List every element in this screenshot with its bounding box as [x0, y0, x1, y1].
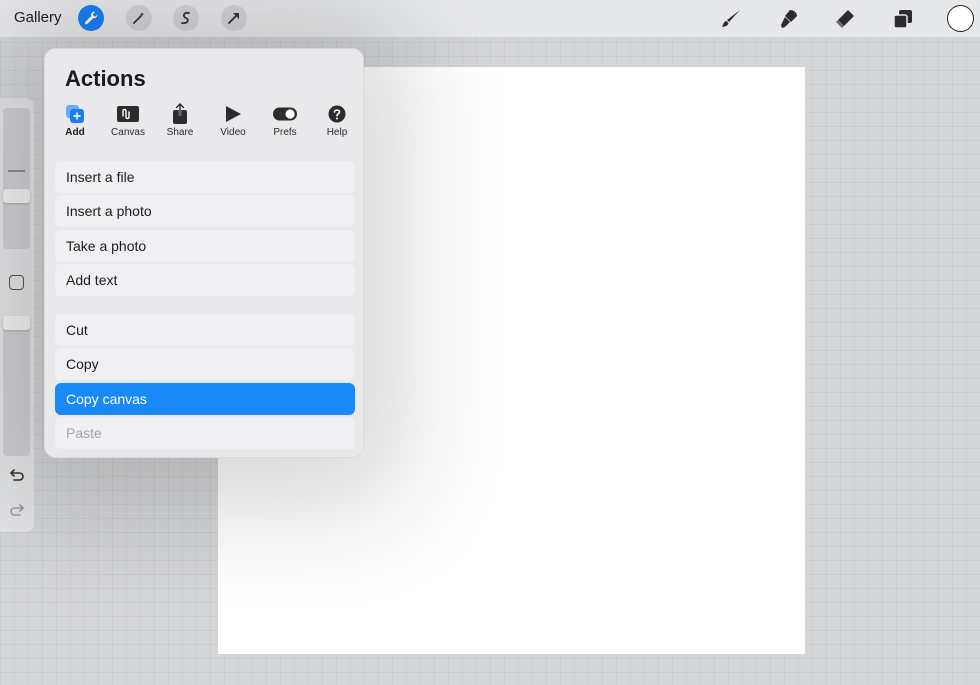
menu-copy-canvas[interactable]: Copy canvas: [55, 383, 355, 415]
actions-panel: Actions Add Canvas Share Video Prefs Hel…: [44, 48, 364, 458]
tab-help[interactable]: Help: [315, 103, 359, 143]
tab-canvas[interactable]: Canvas: [106, 103, 150, 143]
share-icon: [173, 103, 187, 124]
color-picker-button[interactable]: [947, 5, 974, 32]
help-icon: [328, 105, 346, 123]
panel-title: Actions: [65, 66, 146, 91]
actions-tabs: Add Canvas Share Video Prefs Help: [55, 103, 355, 143]
transform-button[interactable]: [221, 5, 247, 31]
menu-copy[interactable]: Copy: [55, 348, 355, 380]
menu-take-photo[interactable]: Take a photo: [55, 230, 355, 262]
smudge-icon: [781, 10, 797, 28]
left-sidebar: [0, 98, 34, 532]
selection-button[interactable]: [173, 5, 199, 31]
tab-share[interactable]: Share: [158, 103, 202, 143]
selection-icon: [181, 11, 190, 25]
wrench-icon: [84, 11, 98, 25]
actions-wrench-button[interactable]: [78, 5, 104, 31]
menu-paste: Paste: [55, 417, 355, 449]
smudge-tool-button[interactable]: [775, 6, 801, 32]
menu-add-text[interactable]: Add text: [55, 264, 355, 296]
top-toolbar: Gallery: [0, 0, 980, 37]
brush-size-slider[interactable]: [3, 108, 30, 249]
eraser-icon: [836, 10, 854, 28]
layers-button[interactable]: [890, 6, 916, 32]
toggle-icon: [273, 107, 297, 121]
tab-video[interactable]: Video: [211, 103, 255, 143]
undo-icon[interactable]: [8, 466, 26, 484]
redo-icon[interactable]: [8, 501, 26, 519]
layers-icon: [893, 10, 912, 29]
brush-tool-button[interactable]: [718, 6, 744, 32]
brush-size-thumb[interactable]: [3, 189, 30, 203]
adjustments-button[interactable]: [126, 5, 152, 31]
menu-insert-file[interactable]: Insert a file: [55, 161, 355, 193]
tab-add[interactable]: Add: [53, 103, 97, 143]
add-icon: [66, 105, 84, 123]
video-icon: [226, 106, 241, 122]
eraser-tool-button[interactable]: [832, 6, 858, 32]
menu-insert-photo[interactable]: Insert a photo: [55, 195, 355, 227]
size-indicator: [8, 170, 25, 172]
tab-prefs[interactable]: Prefs: [263, 103, 307, 143]
canvas-icon: [117, 106, 139, 122]
gallery-button[interactable]: Gallery: [14, 9, 62, 26]
transform-arrow-icon: [228, 13, 239, 24]
brush-icon: [722, 10, 740, 27]
menu-cut[interactable]: Cut: [55, 314, 355, 346]
brush-opacity-slider[interactable]: [3, 316, 30, 456]
magic-wand-icon: [133, 12, 145, 24]
brush-opacity-thumb[interactable]: [3, 316, 30, 330]
modify-square-icon[interactable]: [9, 275, 24, 290]
